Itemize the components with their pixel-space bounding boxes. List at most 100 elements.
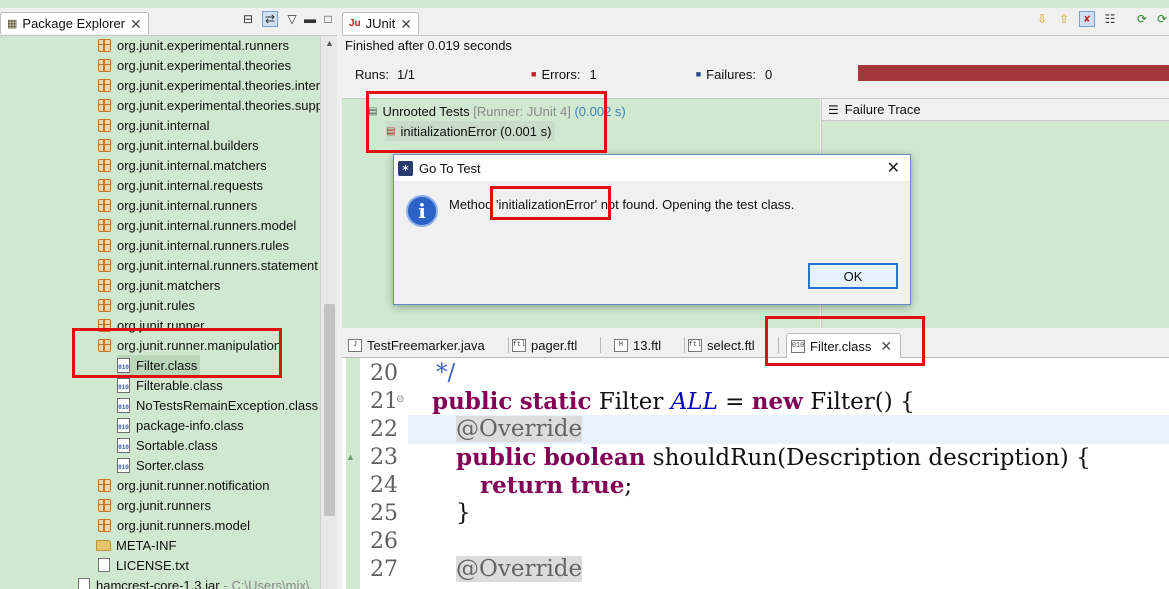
tree-item[interactable]: org.junit.internal.runners bbox=[98, 195, 257, 215]
failures-value: 0 bbox=[765, 66, 773, 82]
error-icon: ■ bbox=[531, 69, 537, 79]
tree-item[interactable]: 010 Sorter.class bbox=[117, 455, 204, 475]
tree-item-label: org.junit.internal.runners.model bbox=[117, 217, 297, 233]
tree-item[interactable]: org.junit.internal.requests bbox=[98, 175, 263, 195]
code-line-25: } bbox=[456, 500, 471, 526]
tree-item[interactable]: 010 Sortable.class bbox=[117, 435, 218, 455]
runs-label: Runs: bbox=[355, 66, 389, 82]
tree-item-label: org.junit.runner bbox=[117, 317, 205, 333]
tree-item[interactable]: org.junit.runner.notification bbox=[98, 475, 269, 495]
tree-item[interactable]: org.junit.internal.runners.model bbox=[98, 215, 296, 235]
close-icon[interactable]: ✕ bbox=[130, 17, 142, 31]
package-icon bbox=[98, 78, 111, 92]
close-icon[interactable]: ✕ bbox=[400, 17, 412, 31]
ok-button[interactable]: OK bbox=[808, 263, 898, 289]
line-number: 24 bbox=[370, 473, 398, 498]
dialog-titlebar[interactable]: ∗ Go To Test ✕ bbox=[394, 155, 910, 181]
scroll-up-icon[interactable]: ▲ bbox=[325, 38, 334, 48]
maximize-icon[interactable]: □ bbox=[320, 11, 336, 27]
tree-item[interactable]: org.junit.rules bbox=[98, 295, 195, 315]
file-type-icon: J bbox=[348, 338, 362, 352]
tree-item[interactable]: 010 Filter.class bbox=[117, 355, 201, 375]
class-file-icon: 010 bbox=[117, 457, 130, 473]
editor-tab-label: 13.ftl bbox=[633, 337, 662, 353]
tree-item[interactable]: 010 package-info.class bbox=[117, 415, 244, 435]
junit-title: JUnit bbox=[365, 16, 396, 31]
tree-item[interactable]: org.junit.runner.manipulation bbox=[98, 335, 281, 355]
editor-tab[interactable]: J TestFreemarker.java bbox=[348, 334, 509, 356]
minimize-icon[interactable]: ▬ bbox=[302, 11, 318, 27]
line-number: 26 bbox=[370, 529, 398, 554]
file-type-icon: 010 bbox=[791, 339, 805, 353]
tree-item[interactable]: org.junit.internal.runners.rules bbox=[98, 235, 289, 255]
tree-item[interactable]: org.junit.runners.model bbox=[98, 515, 250, 535]
scroll-lock-icon[interactable]: ☷ bbox=[1102, 11, 1118, 27]
code-line-23: public boolean shouldRun(Description des… bbox=[456, 444, 1091, 471]
fold-icon[interactable]: ⊝ bbox=[396, 394, 404, 405]
tree-item-label: org.junit.matchers bbox=[117, 277, 221, 293]
tree-item[interactable]: 010 Filterable.class bbox=[117, 375, 223, 395]
tree-item[interactable]: org.junit.runner bbox=[98, 315, 204, 335]
tree-root-unrooted[interactable]: ▤ Unrooted Tests [Runner: JUnit 4] (0.00… bbox=[368, 101, 626, 121]
progress-fill bbox=[858, 65, 1169, 81]
tree-item-label: org.junit.runners.model bbox=[117, 517, 250, 533]
tree-item[interactable]: org.junit.internal.matchers bbox=[98, 155, 267, 175]
tree-item-label: package-info.class bbox=[136, 417, 244, 433]
editor-tab[interactable]: H 13.ftl bbox=[614, 334, 686, 356]
tree-item[interactable]: org.junit.experimental.theories.inter bbox=[98, 75, 320, 95]
class-file-icon: 010 bbox=[117, 377, 130, 393]
view-menu-icon[interactable]: ▽ bbox=[284, 11, 300, 27]
tab-separator bbox=[507, 337, 509, 353]
package-icon bbox=[98, 318, 111, 332]
tree-item[interactable]: 010 NoTestsRemainException.class bbox=[117, 395, 318, 415]
previous-failure-icon[interactable]: ⇧ bbox=[1056, 11, 1072, 27]
tree-item[interactable]: org.junit.experimental.theories bbox=[98, 55, 291, 75]
tree-item-label: org.junit.internal.runners.statement bbox=[117, 257, 318, 273]
errors-label: Errors: bbox=[541, 66, 581, 82]
text-file-icon bbox=[98, 558, 110, 572]
class-file-icon: 010 bbox=[117, 357, 130, 373]
tree-item-label: LICENSE.txt bbox=[116, 557, 189, 573]
tree-item-label: Filterable.class bbox=[136, 377, 223, 393]
line-number: 22 bbox=[370, 417, 398, 442]
tree-item-label: org.junit.runners bbox=[117, 497, 211, 513]
collapse-all-icon[interactable]: ⊟ bbox=[240, 11, 256, 27]
package-tree-scrollbar[interactable]: ▲ bbox=[320, 36, 337, 589]
package-icon bbox=[98, 38, 111, 52]
tree-item[interactable]: META-INF bbox=[96, 535, 176, 555]
package-explorer-header: ▦ Package Explorer ✕ ⊟ ⇄ ▽ ▬ □ bbox=[0, 8, 340, 36]
tab-junit[interactable]: Ju JUnit ✕ bbox=[342, 12, 420, 34]
close-icon[interactable]: ✕ bbox=[880, 339, 892, 353]
tree-item[interactable]: org.junit.internal.builders bbox=[98, 135, 259, 155]
editor-tab[interactable]: 010 Filter.class ✕ bbox=[786, 333, 902, 358]
errors-value: 1 bbox=[589, 66, 597, 82]
override-marker-icon: ▲ bbox=[346, 452, 355, 462]
jar-icon bbox=[78, 578, 90, 589]
rerun-icon[interactable]: ⟳ bbox=[1134, 11, 1150, 27]
tree-item[interactable]: LICENSE.txt bbox=[98, 555, 189, 575]
editor-tab-label: pager.ftl bbox=[531, 337, 578, 353]
tree-item-initialization-error[interactable]: ▤ initializationError (0.001 s) bbox=[386, 121, 556, 141]
dialog-close-icon[interactable]: ✕ bbox=[887, 158, 900, 178]
link-with-editor-icon[interactable]: ⇄ bbox=[262, 11, 278, 27]
next-failure-icon[interactable]: ⇩ bbox=[1034, 11, 1050, 27]
rerun-failed-first-icon[interactable]: ⟳ bbox=[1154, 11, 1169, 27]
tree-item[interactable]: org.junit.internal.runners.statement bbox=[98, 255, 318, 275]
editor-tab[interactable]: ftl pager.ftl bbox=[512, 334, 602, 356]
show-failures-only-icon[interactable]: ✘ bbox=[1079, 11, 1095, 27]
tree-item[interactable]: org.junit.matchers bbox=[98, 275, 220, 295]
tab-separator bbox=[684, 337, 686, 353]
tree-item[interactable]: org.junit.experimental.runners bbox=[98, 36, 289, 55]
tab-package-explorer[interactable]: ▦ Package Explorer ✕ bbox=[0, 12, 149, 34]
package-icon bbox=[98, 338, 111, 352]
tree-item[interactable]: org.junit.experimental.theories.supp bbox=[98, 95, 320, 115]
package-icon bbox=[98, 298, 111, 312]
tree-item[interactable]: org.junit.runners bbox=[98, 495, 211, 515]
tree-item[interactable]: org.junit.internal bbox=[98, 115, 210, 135]
scrollbar-thumb[interactable] bbox=[324, 304, 335, 516]
class-file-icon: 010 bbox=[117, 417, 130, 433]
file-type-icon: ftl bbox=[688, 338, 702, 352]
file-type-icon: ftl bbox=[512, 338, 526, 352]
tree-item[interactable]: hamcrest-core-1.3.jar - C:\Users\mix\. bbox=[78, 575, 313, 589]
editor-tab[interactable]: ftl select.ftl bbox=[688, 334, 779, 356]
